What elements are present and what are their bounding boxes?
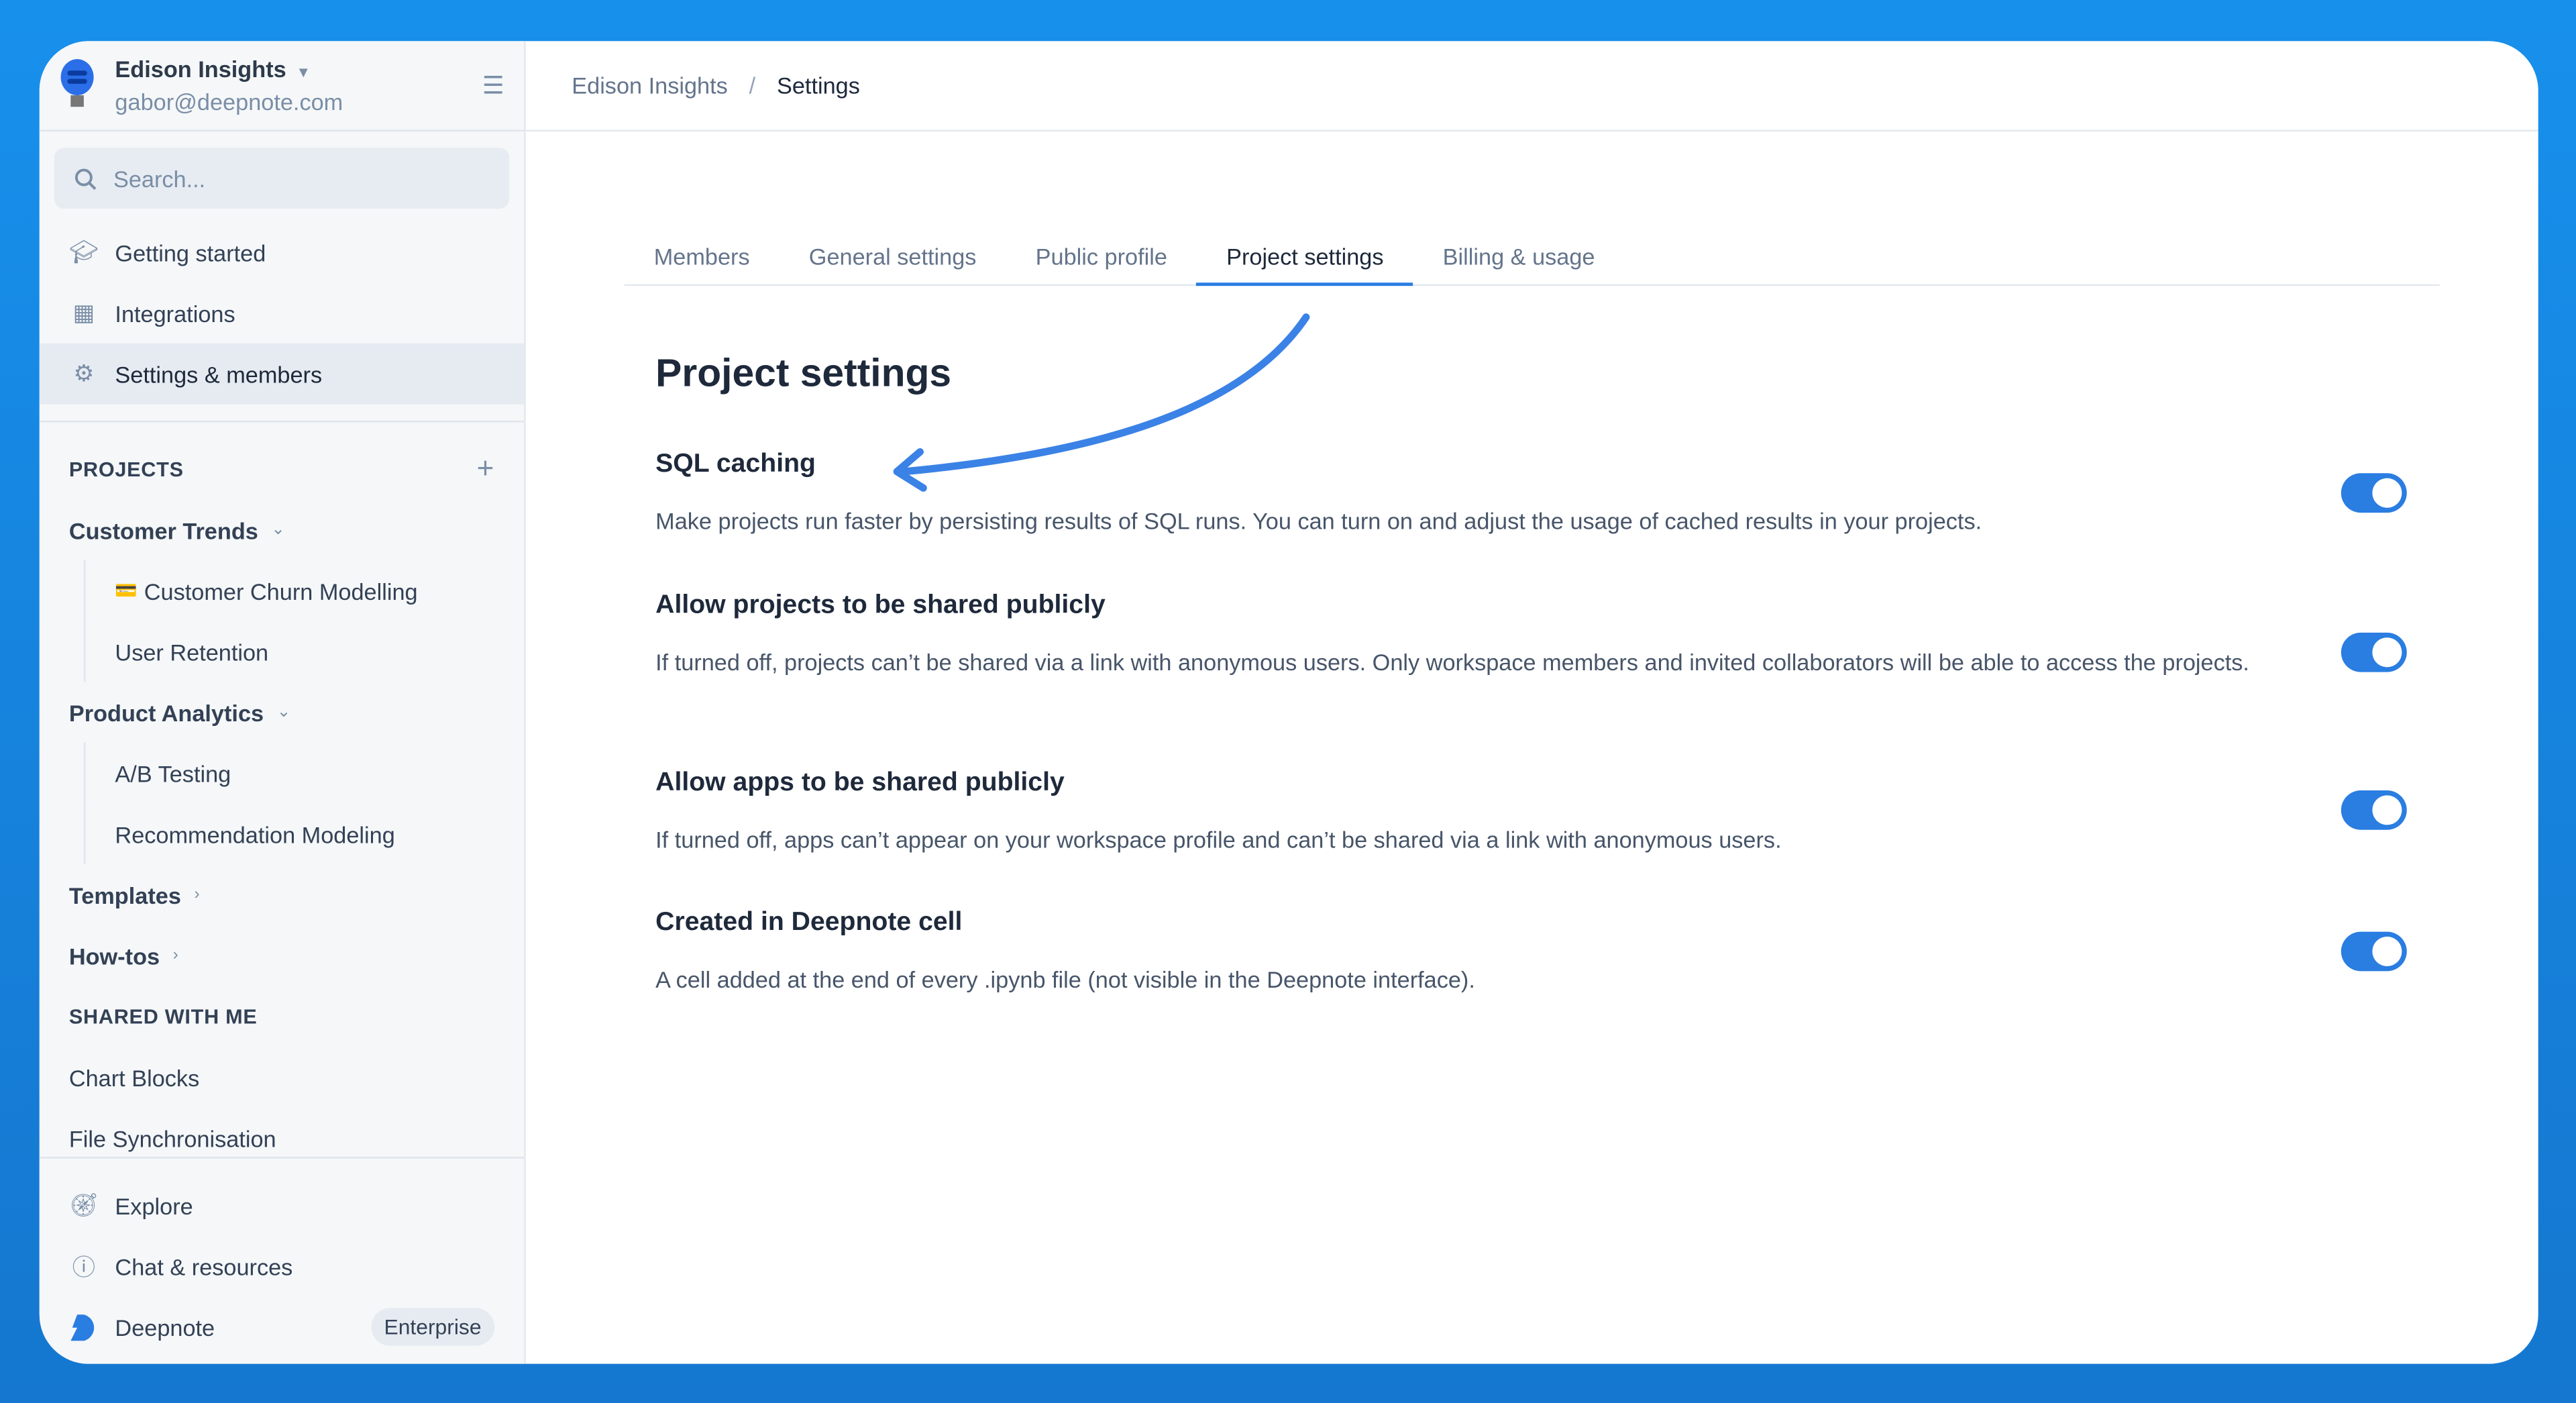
shared-label: Chart Blocks [68,1063,200,1090]
gear-icon: ⚙ [73,360,95,386]
grid-icon: ▦ [72,299,95,325]
setting-deepnote-cell: Created in Deepnote cell A cell added at … [655,908,2407,997]
project-group-customer-trends[interactable]: Customer Trends ⌄ [40,499,524,560]
breadcrumb: Edison Insights / Settings [525,41,2538,132]
shared-label: File Synchronisation [68,1125,276,1151]
project-customer-churn[interactable]: 💳 Customer Churn Modelling [83,560,524,621]
nav-label: Deepnote [115,1313,215,1341]
chevron-right-icon: › [194,886,200,904]
setting-title: Allow projects to be shared publicly [655,591,1106,620]
nav-label: Chat & resources [115,1253,293,1280]
chevron-down-icon: ⌄ [271,521,285,539]
card-emoji-icon: 💳 [115,581,138,602]
setting-description: Make projects run faster by persisting r… [655,507,1982,534]
project-label: A/B Testing [115,760,231,786]
setting-title: SQL caching [655,450,816,478]
shared-header: SHARED WITH ME [40,986,524,1047]
setting-share-apps: Allow apps to be shared publicly If turne… [655,769,2407,858]
workspace-switcher[interactable]: Edison Insights ▼ gabor@deepnote.com ☰ [39,41,525,132]
shared-chart-blocks[interactable]: Chart Blocks [40,1047,524,1108]
divider [39,420,525,423]
project-label: User Retention [115,638,269,665]
group-label: Product Analytics [68,699,264,726]
group-label: Templates [68,881,181,908]
add-project-icon[interactable]: + [477,452,494,486]
breadcrumb-workspace[interactable]: Edison Insights [572,72,728,99]
compass-icon: 🧭︎ [69,1191,99,1218]
section-title: PROJECTS [68,458,184,481]
setting-description: If turned off, projects can’t be shared … [655,649,2249,676]
tab-public-profile[interactable]: Public profile [1006,227,1197,284]
nav-label: Settings & members [115,360,323,387]
nav-settings-members[interactable]: ⚙ Settings & members [39,343,525,405]
howtos-group[interactable]: How-tos › [40,925,524,986]
nav-chat-resources[interactable]: ⓘ Chat & resources [40,1236,524,1297]
search-icon [74,168,97,189]
workspace-logo-icon [56,56,99,115]
deepnote-logo-icon [69,1313,99,1341]
tab-project-settings[interactable]: Project settings [1197,227,1413,287]
sidebar: Edison Insights ▼ gabor@deepnote.com ☰ Se… [39,41,526,1364]
app-window: Edison Insights ▼ gabor@deepnote.com ☰ Se… [39,41,2538,1364]
project-group-product-analytics[interactable]: Product Analytics ⌄ [40,682,524,743]
project-user-retention[interactable]: User Retention [83,621,524,682]
setting-sql-caching: SQL caching Make projects run faster by p… [655,450,2407,539]
setting-share-projects: Allow projects to be shared publicly If t… [655,592,2407,680]
sql-caching-toggle[interactable] [2341,473,2407,513]
project-label: Customer Churn Modelling [144,577,418,605]
workspace-name: Edison Insights [115,56,286,83]
tab-billing-usage[interactable]: Billing & usage [1413,227,1625,284]
tab-general-settings[interactable]: General settings [780,227,1006,284]
project-ab-testing[interactable]: A/B Testing [83,742,524,804]
collapse-sidebar-icon[interactable]: ☰ [482,70,504,101]
setting-title: Allow apps to be shared publicly [655,769,1065,797]
chevron-down-icon: ⌄ [276,703,291,722]
section-title: SHARED WITH ME [68,1004,258,1028]
breadcrumb-current: Settings [776,72,860,99]
main-content: Edison Insights / Settings Members General… [525,41,2538,1363]
nav-deepnote[interactable]: Deepnote Enterprise [40,1296,524,1357]
help-circle-icon: ⓘ [72,1253,96,1280]
setting-description: A cell added at the end of every .ipynb … [655,966,1475,993]
nav-label: Integrations [115,299,235,327]
nav-getting-started[interactable]: 🎓︎ Getting started [40,222,524,283]
tab-members[interactable]: Members [625,227,780,284]
plan-badge: Enterprise [370,1308,495,1346]
settings-tabs: Members General settings Public profile … [624,227,2440,287]
group-label: Customer Trends [68,517,258,543]
templates-group[interactable]: Templates › [40,864,524,925]
deepnote-cell-toggle[interactable] [2341,931,2407,972]
page-title: Project settings [655,352,952,397]
project-label: Recommendation Modeling [115,821,395,847]
group-label: How-tos [68,942,160,969]
search-input[interactable]: Search... [54,148,510,209]
setting-title: Created in Deepnote cell [655,908,963,937]
share-projects-toggle[interactable] [2341,632,2407,672]
breadcrumb-separator: / [749,72,756,99]
project-recommendation[interactable]: Recommendation Modeling [83,803,524,865]
sidebar-footer: 🧭︎ Explore ⓘ Chat & resources Deepnote Ente… [39,1157,525,1364]
caret-down-icon: ▼ [296,64,311,81]
nav-integrations[interactable]: ▦ Integrations [40,282,524,344]
share-apps-toggle[interactable] [2341,790,2407,830]
graduation-cap-icon: 🎓︎ [69,238,99,265]
search-placeholder: Search... [113,165,206,192]
user-email: gabor@deepnote.com [115,89,343,115]
nav-label: Explore [115,1192,193,1218]
projects-header: PROJECTS + [40,439,524,500]
chevron-right-icon: › [172,946,178,965]
setting-description: If turned off, apps can’t appear on your… [655,826,1782,853]
nav-label: Getting started [115,239,266,266]
nav-explore[interactable]: 🧭︎ Explore [40,1175,524,1236]
